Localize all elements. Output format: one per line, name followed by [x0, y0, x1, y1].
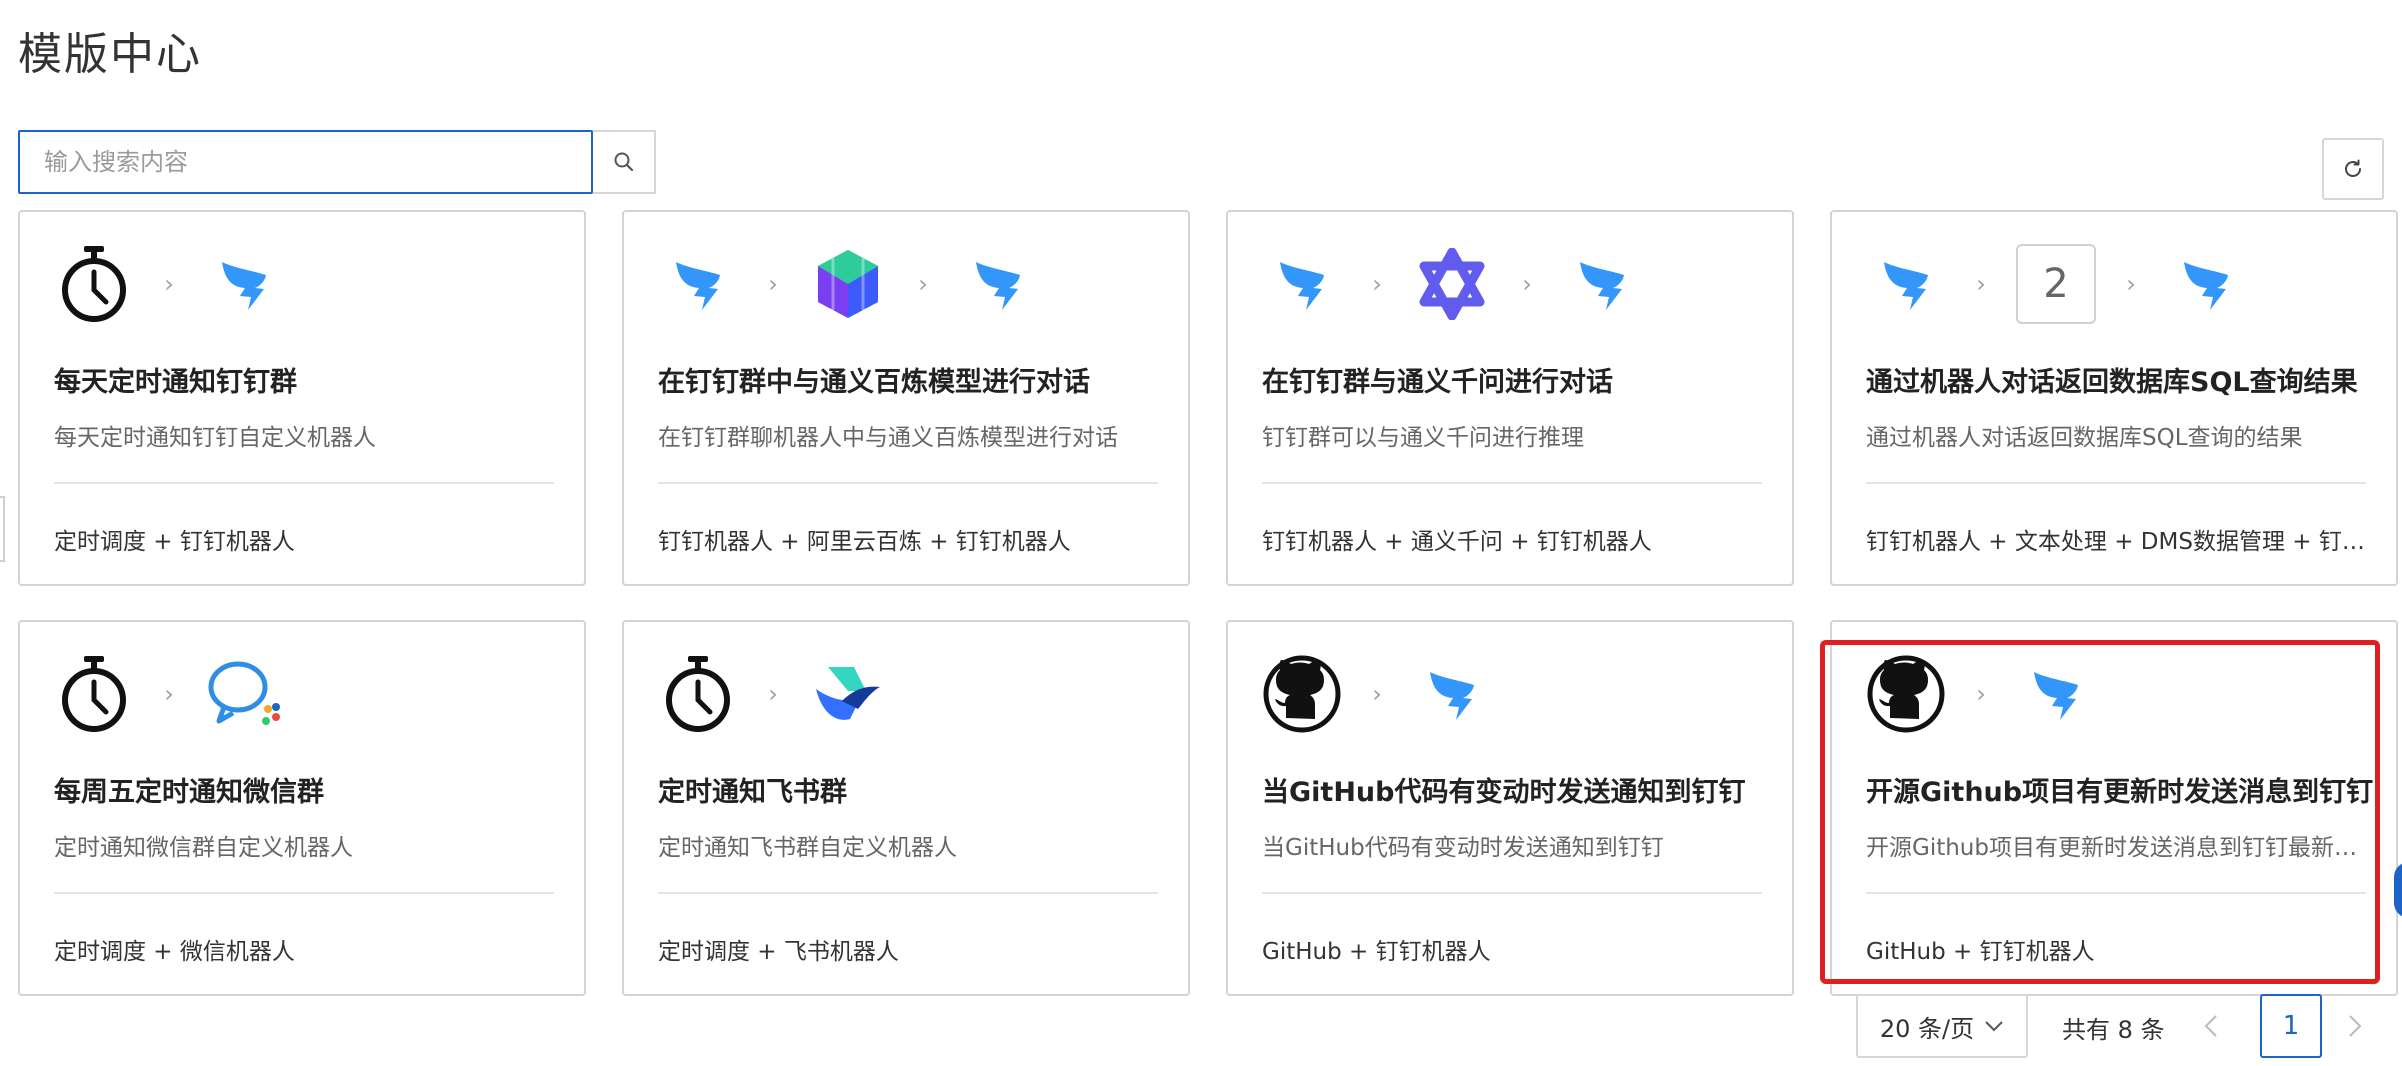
card-divider	[54, 482, 554, 484]
card-title: 开源Github项目有更新时发送消息到钉钉	[1866, 777, 2374, 808]
card-description: 定时通知飞书群自定义机器人	[658, 835, 957, 861]
card-title: 定时通知飞书群	[658, 777, 847, 808]
refresh-icon	[2345, 159, 2361, 177]
stopwatch-icon	[54, 244, 134, 324]
card-icon-flow: ›	[54, 242, 284, 326]
search-icon	[614, 152, 633, 172]
arrow-icon: ›	[1976, 680, 1986, 708]
feishu-icon	[808, 654, 888, 734]
dingtalk-icon	[658, 244, 738, 324]
dingtalk-icon	[1262, 244, 1342, 324]
arrow-icon: ›	[164, 680, 174, 708]
template-card[interactable]: › › 在钉钉群中与通义百炼模型进行对话 在钉钉群聊机器人中与通义百炼模型进行对话 钉钉…	[622, 210, 1190, 586]
search-input[interactable]	[20, 132, 591, 192]
card-tags: 钉钉机器人 + 阿里云百炼 + 钉钉机器人	[658, 529, 1071, 555]
card-icon-flow: ›	[658, 652, 888, 736]
dingtalk-icon	[2166, 244, 2246, 324]
card-icon-flow: › ›	[658, 242, 1038, 326]
card-divider	[658, 892, 1158, 894]
card-icon-flow: ›	[1262, 652, 1492, 736]
card-tags: GitHub + 钉钉机器人	[1866, 939, 2095, 965]
number-icon: 2	[2016, 244, 2096, 324]
number-label: 2	[2016, 244, 2096, 324]
github-icon	[1262, 654, 1342, 734]
page-size-label: 20 条/页	[1879, 1014, 1975, 1043]
dingtalk-icon	[1866, 244, 1946, 324]
card-tags: 钉钉机器人 + 文本处理 + DMS数据管理 + 钉钉机器人	[1866, 529, 2371, 555]
dingtalk-icon	[204, 244, 284, 324]
arrow-icon: ›	[1522, 270, 1532, 298]
page-title: 模版中心	[18, 29, 202, 80]
arrow-icon: ›	[1372, 270, 1382, 298]
dingtalk-icon	[1412, 654, 1492, 734]
template-card[interactable]: › 开源Github项目有更新时发送消息到钉钉开源Github项目有更新时发送消息…	[1830, 620, 2398, 996]
arrow-icon: ›	[164, 270, 174, 298]
card-title: 在钉钉群与通义千问进行对话	[1262, 367, 1613, 398]
card-icon-flow: › 2 ›	[1866, 242, 2246, 326]
card-icon-flow: › ›	[1262, 242, 1642, 326]
template-card[interactable]: › 2 › 通过机器人对话返回数据库SQL查询结果通过机器人对话返回数据库SQL查询的…	[1830, 210, 2398, 586]
sidebar-collapse-handle[interactable]	[0, 496, 5, 562]
card-tags: 定时调度 + 飞书机器人	[658, 939, 899, 965]
card-title: 当GitHub代码有变动时发送通知到钉钉	[1262, 777, 1746, 808]
template-card[interactable]: › › 在钉钉群与通义千问进行对话 钉钉群可以与通义千问进行推理 钉钉机器人 + 通义千…	[1226, 210, 1794, 586]
dingtalk-icon	[958, 244, 1038, 324]
card-description: 定时通知微信群自定义机器人	[54, 835, 353, 861]
stopwatch-icon	[54, 654, 134, 734]
wechat-work-icon	[204, 654, 284, 734]
chevron-down-icon	[1985, 1021, 2003, 1032]
floating-help-button[interactable]	[2394, 862, 2402, 918]
search-box[interactable]	[18, 130, 593, 194]
page-number-current[interactable]: 1	[2260, 994, 2322, 1058]
arrow-icon: ›	[1976, 270, 1986, 298]
card-description: 通过机器人对话返回数据库SQL查询的结果	[1866, 425, 2303, 451]
template-card[interactable]: › 定时通知飞书群定时通知飞书群自定义机器人 定时调度 + 飞书机器人	[622, 620, 1190, 996]
stopwatch-icon	[658, 654, 738, 734]
card-divider	[1262, 892, 1762, 894]
arrow-icon: ›	[1372, 680, 1382, 708]
card-divider	[658, 482, 1158, 484]
template-card[interactable]: › 当GitHub代码有变动时发送通知到钉钉 当GitHub代码有变动时发送通知到钉…	[1226, 620, 1794, 996]
card-tags: 定时调度 + 微信机器人	[54, 939, 295, 965]
card-tags: 钉钉机器人 + 通义千问 + 钉钉机器人	[1262, 529, 1652, 555]
refresh-button[interactable]	[2322, 138, 2384, 200]
card-divider	[1262, 482, 1762, 484]
arrow-icon: ›	[918, 270, 928, 298]
template-card[interactable]: › 每天定时通知钉钉群每天定时通知钉钉自定义机器人 定时调度 + 钉钉机器人	[18, 210, 586, 586]
page-size-select[interactable]: 20 条/页	[1856, 994, 2028, 1058]
card-tags: 定时调度 + 钉钉机器人	[54, 529, 295, 555]
dingtalk-icon	[2016, 654, 2096, 734]
chevron-left-icon	[2204, 1015, 2217, 1037]
next-page-button[interactable]	[2340, 1008, 2370, 1044]
template-card[interactable]: › 每周五定时通知微信群定时通知微信群自定义机器人 定时调度 + 微信机器人	[18, 620, 586, 996]
card-description: 开源Github项目有更新时发送消息到钉钉最新动态	[1866, 835, 2371, 861]
card-icon-flow: ›	[1866, 652, 2096, 736]
card-tags: GitHub + 钉钉机器人	[1262, 939, 1491, 965]
bailian-icon	[808, 244, 888, 324]
github-icon	[1866, 654, 1946, 734]
card-description: 在钉钉群聊机器人中与通义百炼模型进行对话	[658, 425, 1118, 451]
arrow-icon: ›	[768, 270, 778, 298]
card-divider	[54, 892, 554, 894]
search-button[interactable]	[593, 130, 656, 194]
qwen-icon	[1412, 244, 1492, 324]
card-icon-flow: ›	[54, 652, 284, 736]
card-description: 每天定时通知钉钉自定义机器人	[54, 425, 376, 451]
card-title: 在钉钉群中与通义百炼模型进行对话	[658, 367, 1090, 398]
total-count: 共有 8 条	[2062, 1016, 2165, 1044]
card-title: 通过机器人对话返回数据库SQL查询结果	[1866, 367, 2358, 398]
prev-page-button[interactable]	[2196, 1008, 2226, 1044]
arrow-icon: ›	[768, 680, 778, 708]
chevron-right-icon	[2349, 1015, 2362, 1037]
card-title: 每天定时通知钉钉群	[54, 367, 297, 398]
card-title: 每周五定时通知微信群	[54, 777, 324, 808]
card-description: 钉钉群可以与通义千问进行推理	[1262, 425, 1584, 451]
arrow-icon: ›	[2126, 270, 2136, 298]
card-divider	[1866, 892, 2366, 894]
card-divider	[1866, 482, 2366, 484]
card-description: 当GitHub代码有变动时发送通知到钉钉	[1262, 835, 1664, 861]
dingtalk-icon	[1562, 244, 1642, 324]
